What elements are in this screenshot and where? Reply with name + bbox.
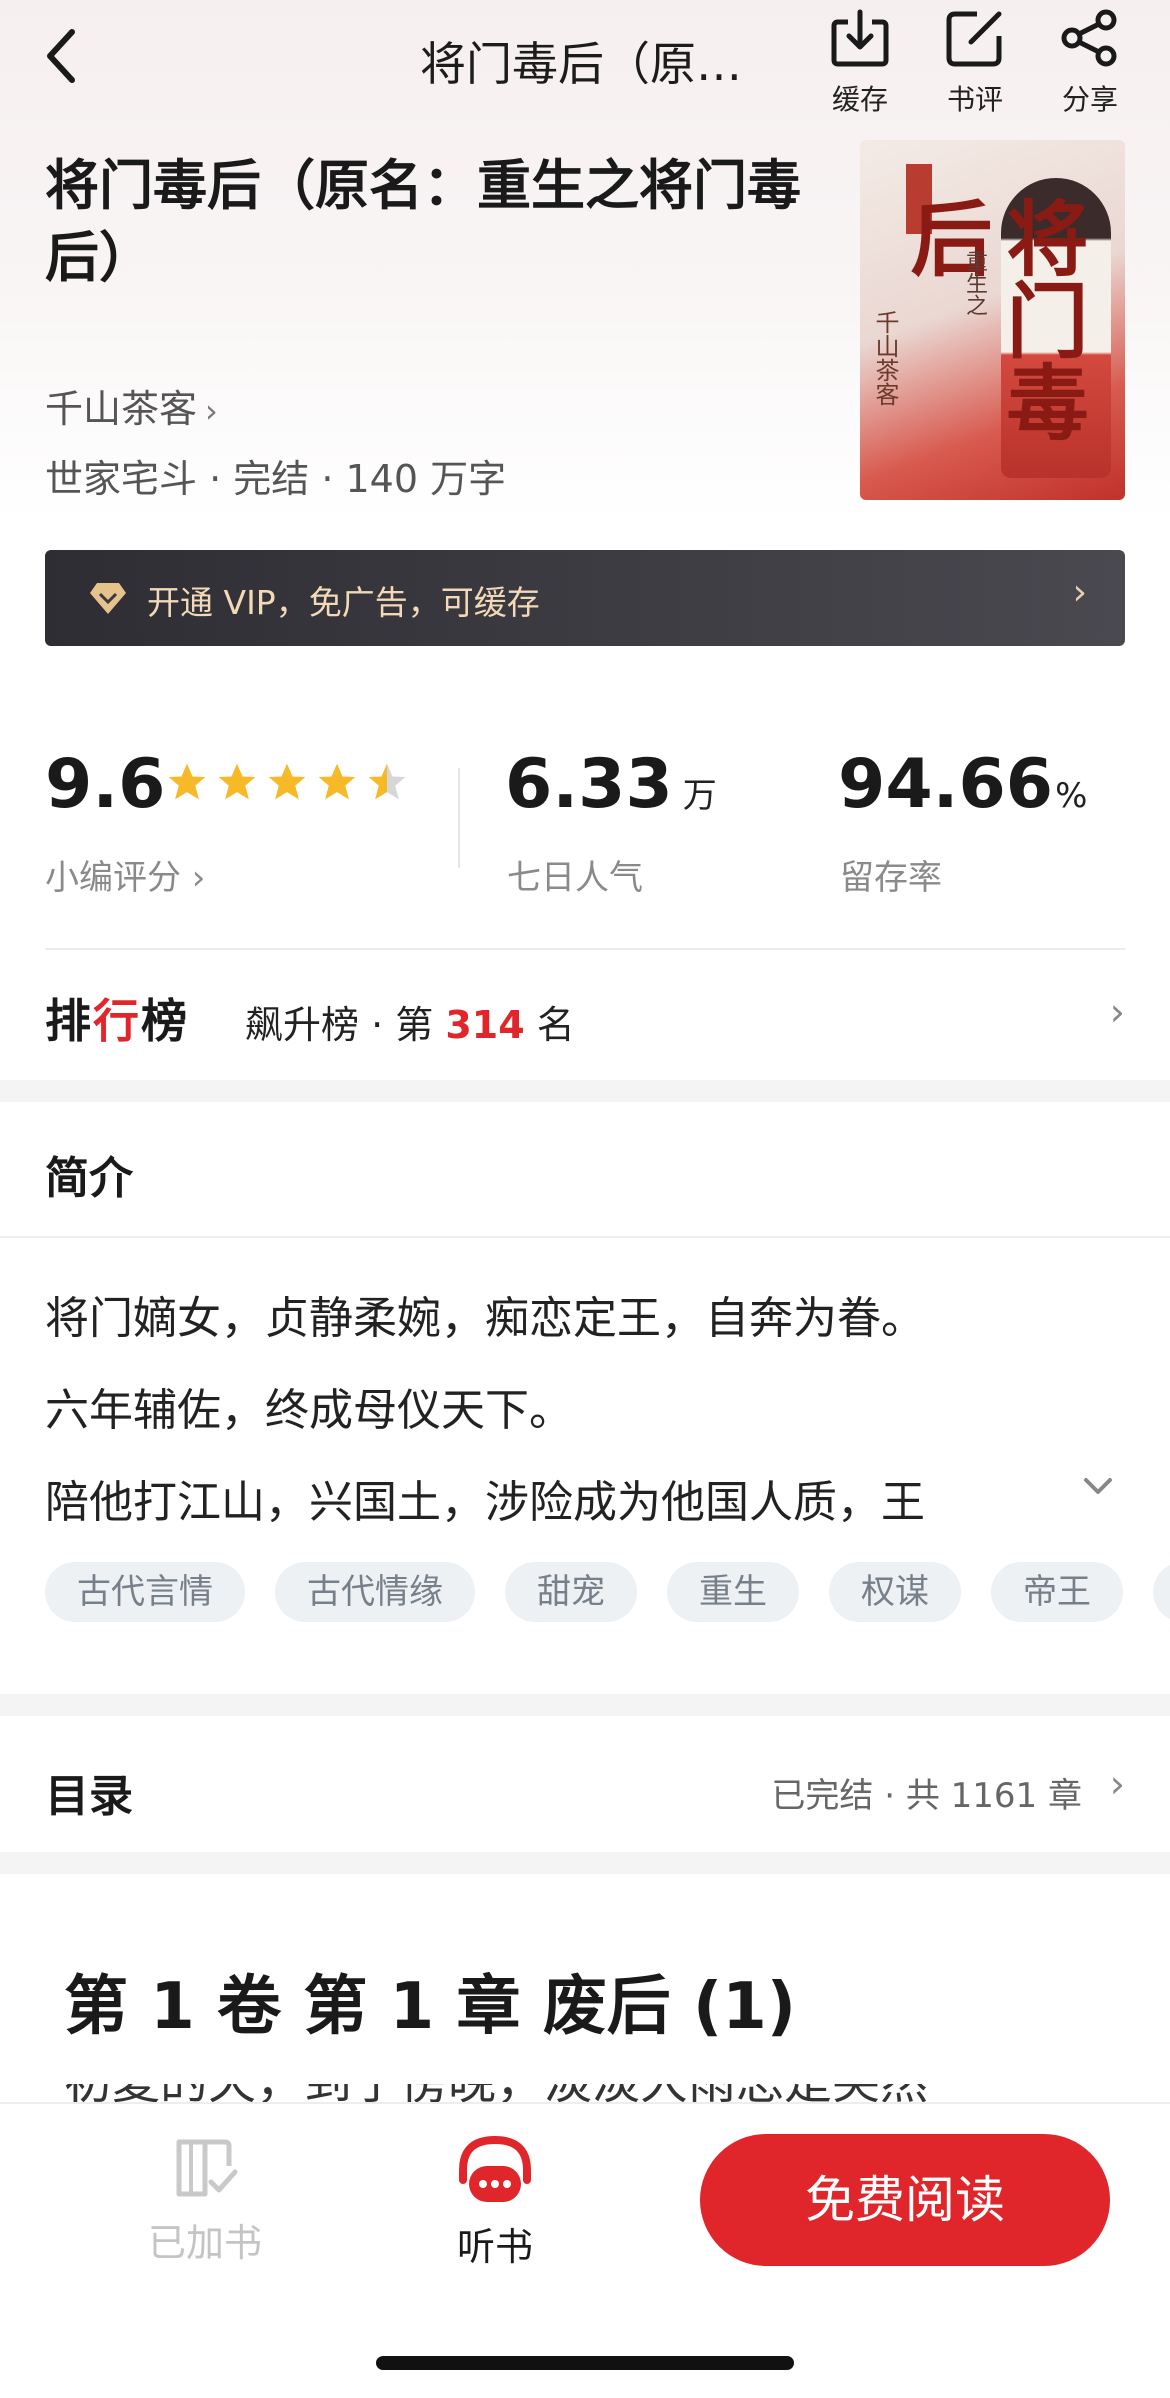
rank-number: 314	[445, 1003, 525, 1047]
popularity-unit: 万	[682, 776, 717, 816]
bottom-action-bar: 已加书 听书 免费阅读	[0, 2102, 1170, 2398]
retention-stat: 94.66%	[838, 745, 1087, 824]
chapter-title: 第 1 卷 第 1 章 废后 (1)	[64, 1970, 797, 2044]
divider	[45, 948, 1125, 950]
popularity-label: 七日人气	[507, 858, 643, 898]
cover-title: 将门毒后	[896, 196, 1088, 442]
rating-stars	[165, 760, 415, 804]
ranking-logo: 排行榜	[45, 994, 189, 1048]
retention-value: 94.66	[838, 745, 1054, 824]
intro-fade	[960, 1466, 1080, 1530]
cache-button[interactable]: 缓存	[815, 8, 905, 118]
download-icon	[831, 9, 889, 67]
bookshelf-check-icon	[176, 2139, 238, 2197]
section-gap	[0, 1694, 1170, 1716]
tag-chip[interactable]: 宅斗	[1153, 1562, 1170, 1622]
listen-label: 听书	[456, 2225, 533, 2269]
chevron-right-icon: ›	[1109, 1762, 1125, 1806]
share-label: 分享	[1061, 83, 1118, 116]
score-label: 小编评分	[45, 858, 181, 898]
vip-text: 开通 VIP，免广告，可缓存	[147, 583, 540, 622]
toc-title: 目录	[45, 1771, 133, 1822]
edit-icon	[946, 11, 1002, 67]
expand-intro-button[interactable]	[1080, 1468, 1116, 1514]
tag-chip[interactable]: 权谋	[829, 1562, 961, 1622]
star-icon	[218, 763, 256, 800]
tag-chip[interactable]: 甜宠	[505, 1562, 637, 1622]
star-icon	[318, 763, 356, 800]
vip-banner[interactable]: 开通 VIP，免广告，可缓存 ›	[45, 550, 1125, 646]
author-link[interactable]: 千山茶客 ›	[45, 378, 218, 433]
ranking-text: 飙升榜 · 第 314 名	[245, 1003, 575, 1047]
chevron-right-icon: ›	[181, 858, 206, 898]
diamond-icon	[90, 583, 126, 614]
book-title: 将门毒后（原名：重生之将门毒后）	[45, 154, 801, 289]
score-label-link[interactable]: 小编评分 ›	[45, 850, 205, 899]
headphones-icon	[459, 2135, 531, 2202]
tag-chip[interactable]: 重生	[667, 1562, 799, 1622]
cache-label: 缓存	[831, 83, 888, 116]
added-to-shelf-button[interactable]: 已加书	[135, 2132, 275, 2267]
review-button[interactable]: 书评	[930, 8, 1020, 118]
star-icon	[268, 763, 306, 800]
popularity-stat: 6.33 万	[505, 745, 717, 824]
intro-line: 陪他打江山，兴国土，涉险成为他国人质，王	[45, 1477, 925, 1528]
intro-line: 将门嫡女，贞静柔婉，痴恋定王，自奔为眷。	[45, 1293, 925, 1344]
added-label: 已加书	[147, 2221, 262, 2265]
listen-button[interactable]: 听书	[425, 2132, 565, 2271]
chevron-left-icon	[47, 29, 75, 83]
tag-list: 古代言情古代情缘甜宠重生权谋帝王宅斗	[45, 1562, 1170, 1622]
intro-title: 简介	[45, 1153, 133, 1204]
tag-chip[interactable]: 古代言情	[45, 1562, 245, 1622]
score-value: 9.6	[45, 745, 166, 824]
book-cover[interactable]: 将门毒后 重生之 千山茶客	[860, 140, 1125, 500]
author-name: 千山茶客	[45, 387, 198, 431]
retention-label: 留存率	[840, 858, 942, 898]
chevron-right-icon: ›	[1072, 572, 1087, 613]
divider	[0, 1236, 1170, 1238]
stats-divider	[458, 768, 460, 868]
cover-author: 千山茶客	[871, 310, 899, 406]
top-bar: 将门毒后（原… 缓存 书评 分享	[0, 0, 1170, 140]
chevron-right-icon: ›	[1109, 990, 1125, 1034]
review-label: 书评	[946, 83, 1003, 116]
section-gap	[0, 1080, 1170, 1102]
half-star-icon	[368, 763, 406, 800]
section-gap	[0, 1852, 1170, 1874]
home-indicator	[376, 2356, 794, 2370]
popularity-value: 6.33	[505, 745, 673, 824]
cover-subtitle: 重生之	[962, 250, 987, 316]
retention-unit: %	[1055, 776, 1088, 816]
book-meta: 世家宅斗 · 完结 · 140 万字	[45, 457, 507, 501]
chevron-down-icon	[1084, 1478, 1112, 1494]
tag-chip[interactable]: 古代情缘	[275, 1562, 475, 1622]
tag-chip[interactable]: 帝王	[991, 1562, 1123, 1622]
toc-meta: 已完结 · 共 1161 章	[771, 1776, 1082, 1816]
back-button[interactable]	[40, 26, 84, 86]
star-icon	[168, 763, 206, 800]
intro-line: 六年辅佐，终成母仪天下。	[45, 1385, 573, 1436]
share-icon	[1061, 9, 1117, 67]
chevron-right-icon: ›	[205, 392, 218, 430]
free-read-button[interactable]: 免费阅读	[700, 2134, 1110, 2266]
page-title: 将门毒后（原…	[420, 37, 742, 91]
share-button[interactable]: 分享	[1045, 8, 1135, 118]
